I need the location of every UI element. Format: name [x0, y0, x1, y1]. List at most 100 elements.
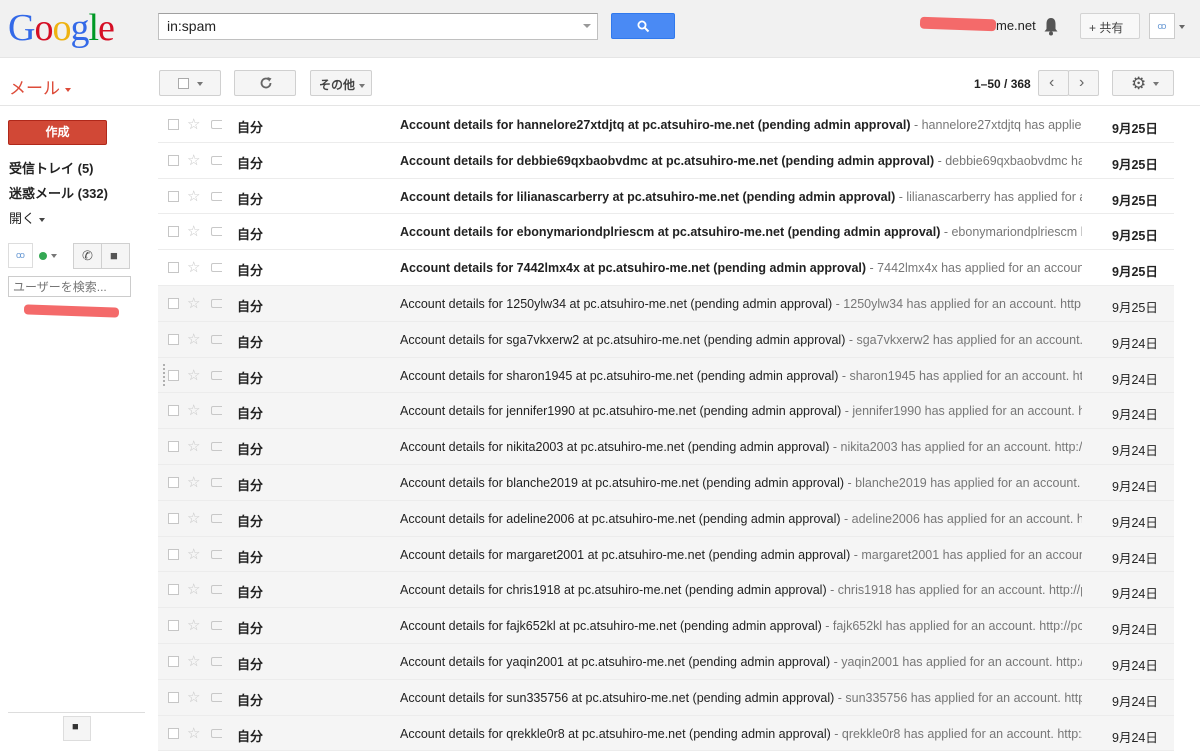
share-button[interactable]: + 共有	[1080, 13, 1140, 39]
chevron-down-icon[interactable]	[51, 254, 57, 258]
table-row[interactable]: ☆ 自分 Account details for 1250ylw34 at pc.a…	[158, 285, 1174, 322]
table-row[interactable]: ☆ 自分 Account details for sharon1945 at pc.…	[158, 357, 1174, 394]
row-checkbox[interactable]	[168, 226, 179, 238]
table-row[interactable]: ☆ 自分 Account details for 7442lmx4x at pc.a…	[158, 250, 1174, 286]
star-icon[interactable]: ☆	[187, 258, 200, 276]
star-icon[interactable]: ☆	[187, 688, 200, 706]
star-icon[interactable]: ☆	[187, 473, 200, 491]
mail-app-switcher[interactable]: メール	[9, 74, 71, 99]
label-icon[interactable]	[211, 656, 222, 666]
label-icon[interactable]	[211, 263, 222, 273]
row-checkbox[interactable]	[168, 691, 179, 703]
table-row[interactable]: ☆ 自分 Account details for qrekkle0r8 at pc.…	[158, 715, 1174, 751]
star-icon[interactable]: ☆	[187, 294, 200, 312]
label-icon[interactable]	[211, 370, 222, 380]
star-icon[interactable]: ☆	[187, 366, 200, 384]
row-checkbox[interactable]	[168, 655, 179, 667]
row-checkbox[interactable]	[168, 476, 179, 488]
chat-button[interactable]: ■	[63, 716, 91, 741]
row-checkbox[interactable]	[168, 369, 179, 381]
older-page-button[interactable]: ‹	[1038, 70, 1069, 96]
table-row[interactable]: ☆ 自分 Account details for margaret2001 at p…	[158, 536, 1174, 573]
star-icon[interactable]: ☆	[187, 545, 200, 563]
sidebar-item-more[interactable]: 開く	[9, 208, 46, 227]
label-icon[interactable]	[211, 442, 222, 452]
avatar[interactable]: ꝏ	[1149, 13, 1175, 39]
video-call-button[interactable]: ■	[101, 243, 130, 269]
label-icon[interactable]	[211, 728, 222, 738]
row-checkbox[interactable]	[168, 512, 179, 524]
table-row[interactable]: ☆ 自分 Account details for lilianascarberry …	[158, 178, 1174, 215]
chevron-down-icon[interactable]	[1179, 25, 1185, 29]
row-checkbox[interactable]	[168, 584, 179, 596]
settings-button[interactable]: ⚙	[1112, 70, 1174, 96]
refresh-button[interactable]	[234, 70, 296, 96]
search-options-icon[interactable]	[583, 24, 591, 28]
row-checkbox[interactable]	[168, 154, 179, 166]
row-checkbox[interactable]	[168, 548, 179, 560]
row-checkbox[interactable]	[168, 727, 179, 739]
table-row[interactable]: ☆ 自分 Account details for yaqin2001 at pc.a…	[158, 643, 1174, 680]
table-row[interactable]: ☆ 自分 Account details for nikita2003 at pc.…	[158, 429, 1174, 465]
chat-avatar[interactable]: ꝏ	[8, 243, 33, 268]
table-row[interactable]: ☆ 自分 Account details for adeline2006 at pc…	[158, 500, 1174, 537]
table-row[interactable]: ☆ 自分 Account details for ebonymariondplrie…	[158, 214, 1174, 251]
label-icon[interactable]	[211, 477, 222, 487]
label-icon[interactable]	[211, 406, 222, 416]
row-checkbox[interactable]	[168, 441, 179, 453]
label-icon[interactable]	[211, 513, 222, 523]
star-icon[interactable]: ☆	[187, 115, 200, 133]
label-icon[interactable]	[211, 191, 222, 201]
chat-status-indicator[interactable]	[39, 252, 47, 260]
label-icon[interactable]	[211, 155, 222, 165]
label-icon[interactable]	[211, 692, 222, 702]
bell-icon[interactable]	[1043, 17, 1059, 36]
star-icon[interactable]: ☆	[187, 509, 200, 527]
star-icon[interactable]: ☆	[187, 222, 200, 240]
table-row[interactable]: ☆ 自分 Account details for blanche2019 at pc…	[158, 464, 1174, 501]
label-icon[interactable]	[211, 549, 222, 559]
row-checkbox[interactable]	[168, 333, 179, 345]
select-all-checkbox[interactable]	[178, 78, 189, 89]
star-icon[interactable]: ☆	[187, 187, 200, 205]
table-row[interactable]: ☆ 自分 Account details for jennifer1990 at p…	[158, 393, 1174, 430]
row-checkbox[interactable]	[168, 190, 179, 202]
star-icon[interactable]: ☆	[187, 151, 200, 169]
star-icon[interactable]: ☆	[187, 401, 200, 419]
newer-page-button[interactable]: ›	[1068, 70, 1099, 96]
row-checkbox[interactable]	[168, 620, 179, 632]
search-button[interactable]	[611, 13, 675, 39]
table-row[interactable]: ☆ 自分 Account details for debbie69qxbaobvdm…	[158, 142, 1174, 179]
google-logo[interactable]: Google	[8, 6, 115, 50]
row-checkbox[interactable]	[168, 405, 179, 417]
select-button[interactable]	[159, 70, 221, 96]
more-button[interactable]: その他	[310, 70, 372, 96]
row-checkbox[interactable]	[168, 262, 179, 274]
table-row[interactable]: ☆ 自分 Account details for sga7vkxerw2 at pc…	[158, 321, 1174, 358]
drag-handle[interactable]	[162, 363, 166, 387]
compose-button[interactable]: 作成	[8, 120, 107, 145]
table-row[interactable]: ☆ 自分 Account details for fajk652kl at pc.a…	[158, 608, 1174, 644]
star-icon[interactable]: ☆	[187, 437, 200, 455]
label-icon[interactable]	[211, 227, 222, 237]
row-checkbox[interactable]	[168, 119, 179, 130]
star-icon[interactable]: ☆	[187, 724, 200, 742]
call-button[interactable]: ✆	[73, 243, 102, 269]
star-icon[interactable]: ☆	[187, 580, 200, 598]
label-icon[interactable]	[211, 298, 222, 308]
table-row[interactable]: ☆ 自分 Account details for chris1918 at pc.a…	[158, 572, 1174, 609]
star-icon[interactable]: ☆	[187, 652, 200, 670]
account-name[interactable]: me.net	[919, 16, 1036, 36]
label-icon[interactable]	[211, 334, 222, 344]
row-checkbox[interactable]	[168, 297, 179, 309]
label-icon[interactable]	[211, 120, 222, 129]
label-icon[interactable]	[211, 621, 222, 631]
table-row[interactable]: ☆ 自分 Account details for hannelore27xtdjtq…	[158, 107, 1174, 143]
table-row[interactable]: ☆ 自分 Account details for sun335756 at pc.a…	[158, 679, 1174, 716]
star-icon[interactable]: ☆	[187, 616, 200, 634]
label-icon[interactable]	[211, 585, 222, 595]
search-input[interactable]: in:spam	[158, 13, 598, 40]
people-search-input[interactable]	[8, 276, 131, 297]
sidebar-item-spam[interactable]: 迷惑メール (332)	[9, 183, 108, 202]
star-icon[interactable]: ☆	[187, 330, 200, 348]
